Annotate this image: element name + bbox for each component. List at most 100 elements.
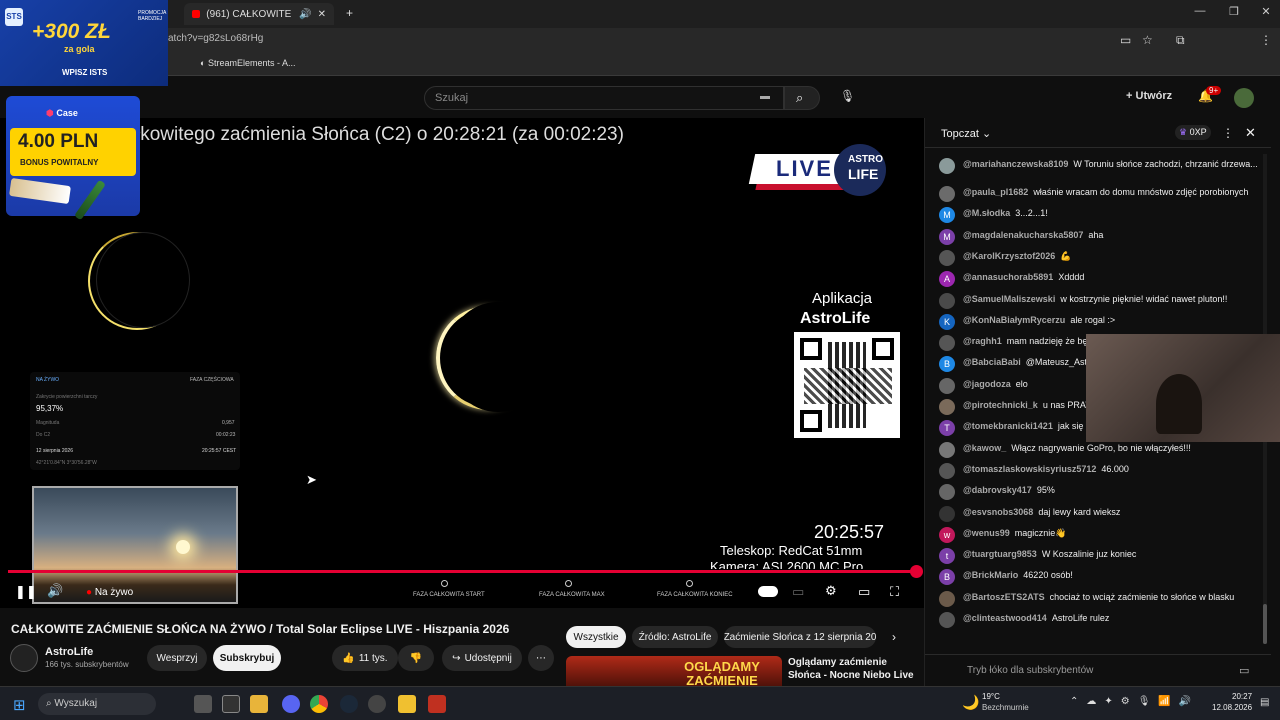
autoplay-toggle[interactable] (758, 586, 778, 597)
chat-message[interactable]: @clinteastwood414 AstroLife rulez (939, 612, 1265, 628)
chat-message[interactable]: B @BrickMario 46220 osób! (939, 569, 1265, 586)
chat-input[interactable]: Tryb łóko dla subskrybentów (925, 654, 1271, 686)
chip-all[interactable]: Wszystkie (566, 626, 626, 648)
chat-message[interactable]: @kawow_ Włącz nagrywanie GoPro, bo nie wł… (939, 441, 1265, 458)
chat-avatar[interactable]: T (939, 420, 955, 437)
chat-author[interactable]: @KonNaBiałymRycerzu (963, 315, 1065, 325)
task-view-icon[interactable] (194, 695, 212, 713)
chat-author[interactable]: @BabciaBabi (963, 357, 1021, 367)
mic-icon[interactable]: 🎙 (840, 89, 855, 103)
progress-bar[interactable] (8, 570, 916, 573)
chat-author[interactable]: @BartoszETS2ATS (963, 592, 1045, 602)
pause-icon[interactable]: ❚❚ (15, 584, 37, 600)
chip-related[interactable]: Zaćmienie Słońca z 12 sierpnia 20 (724, 626, 876, 648)
chat-message[interactable]: @KarolKrzysztof2026 💪 (939, 249, 1265, 266)
marker-total-end[interactable] (686, 580, 693, 587)
chrome-icon[interactable] (310, 695, 328, 713)
volume-icon[interactable]: 🔊 (47, 583, 63, 599)
like-button[interactable]: 👍 11 tys. (332, 645, 398, 671)
chat-author[interactable]: @mariahanczewska8109 (963, 159, 1068, 169)
chat-avatar[interactable] (939, 612, 955, 628)
chat-mode-dropdown[interactable]: Topczat ⌄ (941, 127, 991, 140)
file-explorer-icon[interactable] (250, 695, 268, 713)
chat-author[interactable]: @paula_pl1682 (963, 187, 1028, 197)
chat-more-icon[interactable]: ⋮ (1222, 126, 1234, 140)
chat-avatar[interactable] (939, 399, 955, 415)
url-text[interactable]: atch?v=g82sLo68rHg (168, 33, 263, 44)
chat-author[interactable]: @tomaszlaskowskisyriusz5712 (963, 464, 1096, 474)
keyboard-icon[interactable]: ▬ (760, 91, 770, 102)
captions-icon[interactable]: ▭ (792, 584, 804, 600)
app-icon-2[interactable] (368, 695, 386, 713)
chat-send-icon[interactable]: ▭ (1239, 664, 1249, 677)
chat-points-badge[interactable]: ♛ 0XP (1175, 125, 1211, 140)
chip-source[interactable]: Źródło: AstroLife (632, 626, 718, 648)
chat-avatar[interactable]: M (939, 228, 955, 245)
browser-tab-active[interactable]: (961) CAŁKOWITE ZAĆMIE 🔊 ✕ (184, 3, 334, 25)
chat-message[interactable]: @paula_pl1682 właśnie wracam do domu mnós… (939, 186, 1265, 202)
chat-message[interactable]: @dabrovsky417 95% (939, 484, 1265, 501)
chat-message[interactable]: M @M.słodka 3...2...1! (939, 207, 1265, 224)
discord-icon[interactable] (282, 695, 300, 713)
sts-promo-ad[interactable]: STS PROMOCJA BARDZIEJ +300 ZŁ za gola WP… (0, 0, 168, 86)
chat-author[interactable]: @magdalenakucharska5807 (963, 230, 1083, 240)
chat-avatar[interactable] (939, 441, 955, 458)
marker-total-start[interactable] (441, 580, 448, 587)
chat-avatar[interactable] (939, 505, 955, 522)
settings-icon[interactable]: ⚙ (825, 583, 837, 599)
tab-close-icon[interactable]: ✕ (318, 9, 326, 20)
share-button[interactable]: ↪ Udostępnij (442, 645, 522, 671)
chat-avatar[interactable] (939, 484, 955, 501)
chat-author[interactable]: @kawow_ (963, 443, 1006, 453)
dislike-button[interactable]: 👎 (398, 645, 434, 671)
chat-avatar[interactable] (939, 249, 955, 266)
case-bonus-ad[interactable]: ⬢ Case 4.00 PLN BONUS POWITALNY (6, 96, 140, 221)
chat-message[interactable]: M @magdalenakucharska5807 aha (939, 228, 1265, 245)
chat-author[interactable]: @tuargtuarg9853 (963, 549, 1037, 559)
recommended-thumbnail[interactable]: OGLĄDAMY ZAĆMIENIE (566, 656, 782, 688)
chat-author[interactable]: @KarolKrzysztof2026 (963, 251, 1055, 261)
chat-avatar[interactable]: K (939, 313, 955, 330)
chat-avatar[interactable]: B (939, 569, 955, 586)
chat-message[interactable]: K @KonNaBiałymRycerzu ale rogal :> (939, 313, 1265, 330)
subscribe-button[interactable]: Subskrybuj (213, 645, 281, 671)
chat-author[interactable]: @BrickMario (963, 570, 1018, 580)
chat-author[interactable]: @dabrovsky417 (963, 485, 1032, 495)
theater-mode-icon[interactable]: ▭ (858, 584, 870, 600)
channel-avatar[interactable] (10, 644, 38, 672)
search-input[interactable]: Szukaj (424, 86, 784, 110)
more-actions-button[interactable]: ⋯ (528, 645, 554, 671)
chat-avatar[interactable]: t (939, 548, 955, 565)
app-icon-4[interactable] (428, 695, 446, 713)
chips-next-icon[interactable]: › (892, 630, 896, 644)
chat-author[interactable]: @annasuchorab5891 (963, 272, 1053, 282)
chat-author[interactable]: @SamuelMaliszewski (963, 294, 1055, 304)
menu-icon[interactable]: ⋮ (1260, 33, 1272, 47)
tab-audio-icon[interactable]: 🔊 (299, 9, 311, 20)
chat-avatar[interactable] (939, 292, 955, 309)
extensions-icon[interactable]: ⧉ (1176, 33, 1185, 48)
chat-author[interactable]: @pirotechnicki_k (963, 400, 1038, 410)
cast-icon[interactable]: ▭ (1120, 33, 1131, 47)
marker-total-max[interactable] (565, 580, 572, 587)
address-bar[interactable]: atch?v=g82sLo68rHg ▭ ☆ ⧉ ⋮ (0, 28, 1280, 54)
tray-icons[interactable]: ⌃☁✦⚙🎙📶🔊 (1070, 696, 1199, 707)
chat-avatar[interactable] (939, 186, 955, 202)
chat-avatar[interactable]: A (939, 271, 955, 288)
create-button[interactable]: + Utwórz (1126, 90, 1172, 102)
new-tab-icon[interactable]: + (346, 6, 353, 20)
chat-author[interactable]: @esvsnobs3068 (963, 507, 1033, 517)
recommended-title[interactable]: Oglądamy zaćmienie Słońca - Nocne Niebo … (788, 656, 916, 682)
chat-message[interactable]: @SamuelMaliszewski w kostrzynie pięknie! … (939, 292, 1265, 309)
taskbar-search[interactable]: ⌕ Wyszukaj (38, 693, 156, 715)
steam-icon[interactable] (340, 695, 358, 713)
app-icon-3[interactable] (398, 695, 416, 713)
clock-time[interactable]: 20:27 (1232, 692, 1252, 701)
chat-avatar[interactable]: M (939, 207, 955, 224)
bookmark-item[interactable]: ◐ StreamElements - A... (200, 58, 295, 68)
weather-temp[interactable]: 19°C (982, 692, 1000, 701)
chat-message[interactable]: @BartoszETS2ATS chociaż to wciąż zaćmieni… (939, 590, 1265, 607)
chat-message[interactable]: @tomaszlaskowskisyriusz5712 46.000 (939, 462, 1265, 479)
chat-message[interactable]: t @tuargtuarg9853 W Koszalinie juz koniec (939, 548, 1265, 565)
channel-name[interactable]: AstroLife (45, 646, 93, 658)
